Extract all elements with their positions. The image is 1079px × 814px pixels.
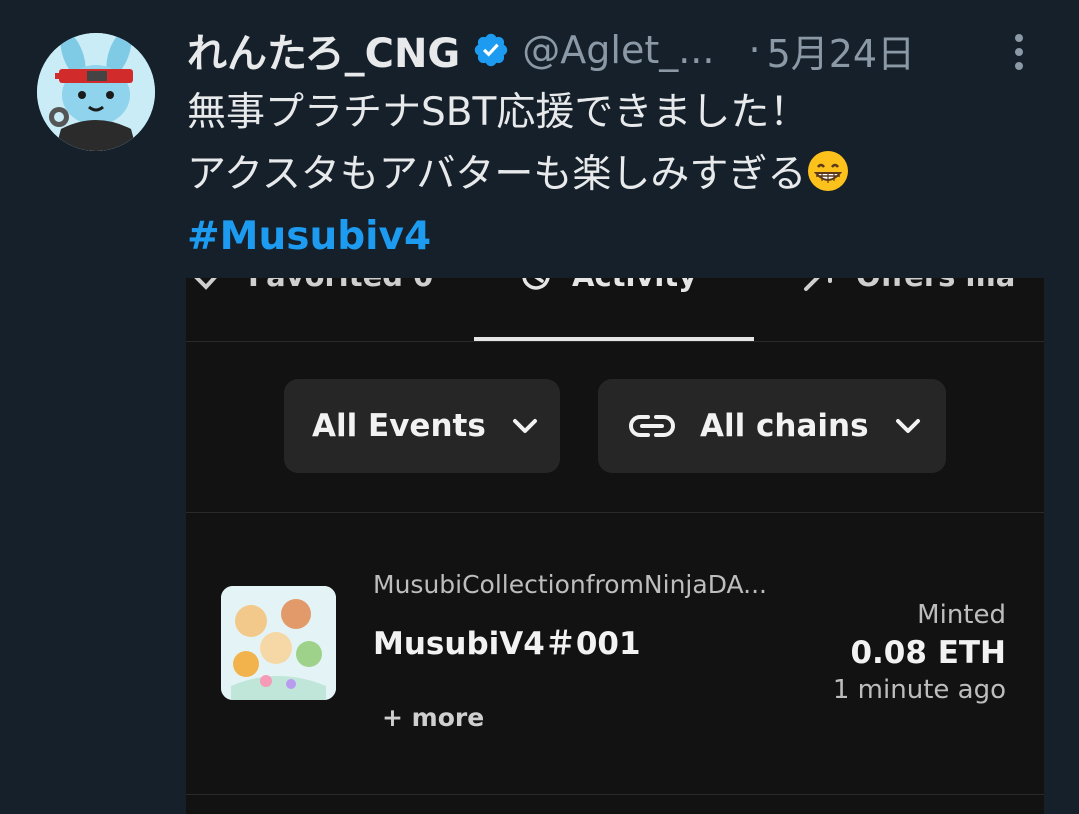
timestamp[interactable]: 1 minute ago xyxy=(833,675,1006,705)
all-chains-dropdown[interactable]: All chains xyxy=(598,379,946,473)
all-chains-label: All chains xyxy=(700,408,869,444)
verified-badge-icon[interactable] xyxy=(472,31,510,69)
tweet-text-line-1: 無事プラチナSBT応援できました！ xyxy=(187,90,809,135)
more-options-icon[interactable] xyxy=(1004,30,1034,74)
tweet-media-image[interactable]: Favorited 0 Activity Offers ma xyxy=(186,278,1044,814)
display-name[interactable]: れんたろ_CNG xyxy=(187,21,460,79)
tab-activity-label: Activity xyxy=(572,278,697,293)
tweet-header: れんたろ_CNG @Aglet_... · 5月24日 xyxy=(187,22,915,78)
tab-activity[interactable]: Activity xyxy=(516,278,697,293)
link-icon xyxy=(628,411,676,441)
more-link[interactable]: + more xyxy=(382,703,484,732)
user-handle[interactable]: @Aglet_... xyxy=(522,28,714,72)
tweet-text-line-2: アクスタもアバターも楽しみすぎる xyxy=(187,144,850,206)
tweet-text: 無事プラチナSBT応援できました！ アクスタもアバターも楽しみすぎる #Musu… xyxy=(187,82,850,268)
tab-offers-made[interactable]: Offers ma xyxy=(800,278,1015,293)
tweet-text-line-2-text: アクスタもアバターも楽しみすぎる xyxy=(187,152,807,197)
grinning-face-emoji-icon xyxy=(806,149,850,193)
separator-dot: · xyxy=(748,28,761,72)
divider xyxy=(186,512,1044,513)
tweet: れんたろ_CNG @Aglet_... · 5月24日 無事プラチナSBT応援で… xyxy=(0,0,1079,814)
tab-favorited[interactable]: Favorited 0 xyxy=(192,278,433,293)
collection-name[interactable]: MusubiCollectionfromNinjaDA... xyxy=(373,570,767,599)
event-type: Minted xyxy=(917,600,1006,630)
divider xyxy=(186,341,1044,342)
check-icon xyxy=(192,278,230,295)
all-events-label: All Events xyxy=(312,408,486,444)
tweet-date[interactable]: 5月24日 xyxy=(767,23,916,78)
hashtag-link[interactable]: #Musubiv4 xyxy=(187,206,850,268)
chevron-down-icon xyxy=(893,411,923,441)
nft-thumbnail[interactable] xyxy=(221,586,336,700)
divider xyxy=(186,794,1044,795)
price: 0.08 ETH xyxy=(850,635,1006,671)
avatar-illustration xyxy=(37,33,155,151)
tab-favorited-label: Favorited 0 xyxy=(248,278,433,293)
all-events-dropdown[interactable]: All Events xyxy=(284,379,560,473)
nft-item-name[interactable]: MusubiV4＃001 xyxy=(373,618,641,663)
arrow-up-right-icon xyxy=(800,278,838,295)
avatar[interactable] xyxy=(37,33,155,151)
tab-offers-label: Offers ma xyxy=(856,278,1015,293)
history-icon xyxy=(516,278,554,295)
chevron-down-icon xyxy=(510,411,540,441)
